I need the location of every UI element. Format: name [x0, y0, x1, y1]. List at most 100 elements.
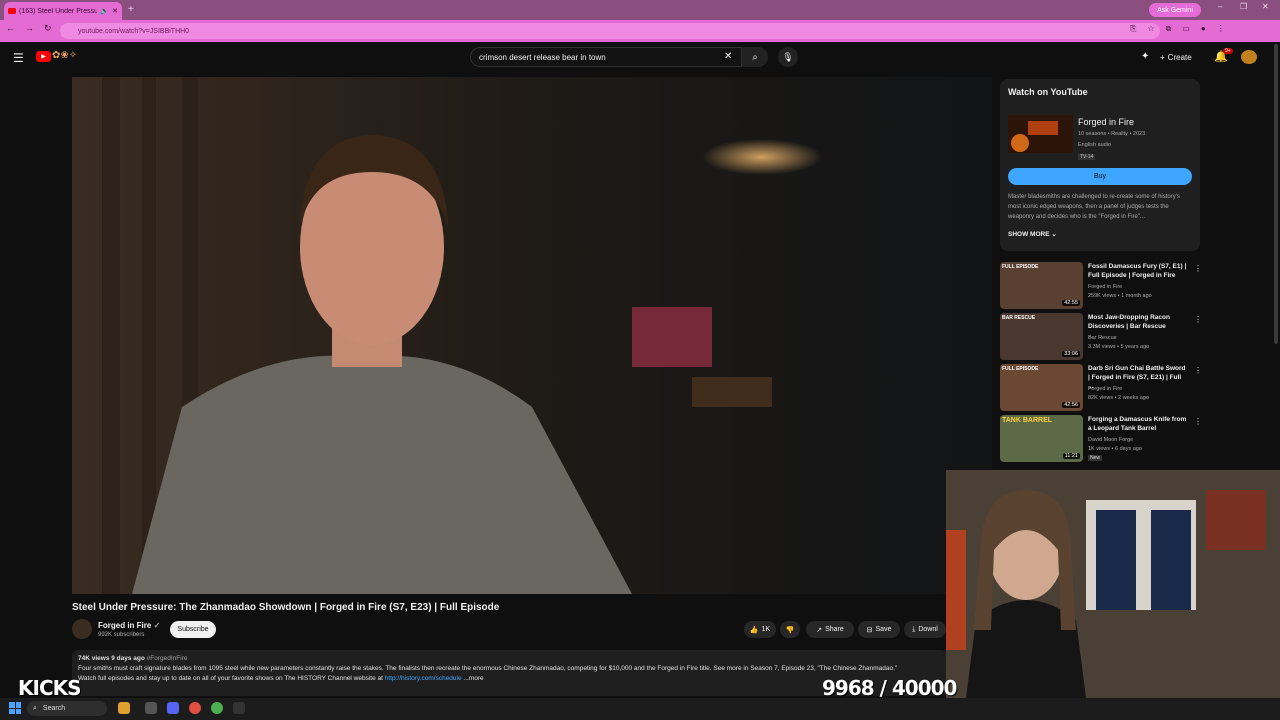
show-more-button[interactable]: SHOW MORE ⌄: [1008, 230, 1057, 238]
recommendation-views: 3.3M views • 5 years ago: [1088, 344, 1150, 350]
reload-icon[interactable]: ↻: [44, 23, 52, 34]
browser-tab[interactable]: (163) Steel Under Pressure 🔈 ✕: [4, 2, 122, 20]
cast-icon[interactable]: ✦: [1141, 51, 1149, 62]
show-info: 10 seasons • Reality • 2023: [1078, 131, 1146, 137]
recommendation-item[interactable]: FULL EPISODE 42:56 Darb Sri Gun Chai Bat…: [1000, 364, 1202, 414]
create-label: Create: [1167, 52, 1192, 62]
recommendation-views: 1K views • 6 days ago: [1088, 446, 1142, 452]
buy-button[interactable]: Buy: [1008, 168, 1192, 185]
youtube-doodle-icon[interactable]: ✿❀✧: [52, 50, 77, 61]
taskbar-app-icon[interactable]: [118, 702, 130, 714]
clear-search-icon[interactable]: ✕: [724, 51, 732, 62]
subscribe-button[interactable]: Subscribe: [170, 621, 216, 638]
recommendation-label: BAR RESCUE: [1002, 315, 1036, 321]
description-box[interactable]: 74K views 9 days ago #ForgedInFire Four …: [72, 650, 947, 696]
page-scrollbar[interactable]: [1274, 44, 1278, 344]
recommendation-item[interactable]: TANK BARREL 11:21 Forging a Damascus Kni…: [1000, 415, 1202, 465]
menu-dots-icon[interactable]: ⋮: [1217, 24, 1225, 34]
ask-gemini-label: Ask Gemini: [1157, 6, 1193, 14]
task-view-icon[interactable]: [145, 702, 157, 714]
webcam-overlay: [946, 470, 1280, 698]
minimize-button[interactable]: –: [1218, 2, 1222, 11]
thumbs-down-icon: 👎: [785, 626, 795, 634]
subscribe-label: Subscribe: [177, 626, 209, 633]
search-icon: ⌕: [752, 51, 758, 63]
recommendation-channel: David Moon Forge: [1088, 437, 1134, 443]
install-icon[interactable]: ⎘: [1130, 24, 1136, 34]
chrome-icon[interactable]: [211, 702, 223, 714]
close-window-button[interactable]: ✕: [1262, 2, 1269, 11]
more-options-icon[interactable]: ⋮: [1194, 264, 1202, 273]
video-player[interactable]: [72, 77, 992, 594]
discord-icon[interactable]: [167, 702, 179, 714]
save-button[interactable]: ⊟ Save: [858, 621, 900, 638]
tab-audio-icon[interactable]: 🔈: [100, 7, 109, 15]
recommendation-item[interactable]: FULL EPISODE 42:55 Fossil Damascus Fury …: [1000, 262, 1202, 312]
url-text: youtube.com/watch?v=JSIBBiTHH0: [78, 27, 190, 35]
search-input[interactable]: crimson desert release bear in town: [470, 47, 742, 67]
recommendation-thumbnail: TANK BARREL 11:21: [1000, 415, 1083, 462]
address-bar[interactable]: youtube.com/watch?v=JSIBBiTHH0: [60, 23, 1160, 39]
nav-controls: ← → ↻: [6, 23, 52, 34]
search-query-text: crimson desert release bear in town: [479, 52, 606, 62]
terminal-icon[interactable]: [233, 702, 245, 714]
recommendation-item[interactable]: BAR RESCUE 33:06 Most Jaw-Dropping Racon…: [1000, 313, 1202, 363]
rating-badge: TV-14: [1078, 154, 1096, 160]
bookmark-star-icon[interactable]: ☆: [1147, 24, 1154, 34]
watch-on-youtube-panel: [1000, 79, 1200, 251]
more-options-icon[interactable]: ⋮: [1194, 315, 1202, 324]
ask-gemini-button[interactable]: Ask Gemini: [1149, 3, 1201, 17]
account-avatar[interactable]: [1241, 50, 1257, 64]
channel-avatar[interactable]: [72, 619, 92, 639]
recommendation-channel: Forged in Fire: [1088, 284, 1123, 290]
download-button[interactable]: ⤓ Downl: [904, 621, 946, 638]
recommendation-title: Most Jaw-Dropping Racon Discoveries | Ba…: [1088, 314, 1170, 330]
new-badge: New: [1088, 455, 1103, 461]
browser-tab-bar: [0, 0, 1280, 20]
more-link[interactable]: ...more: [463, 675, 483, 682]
voice-search-button[interactable]: 🎙: [778, 47, 798, 67]
tab-title: (163) Steel Under Pressure: [19, 7, 98, 15]
create-button[interactable]: + Create: [1160, 48, 1202, 66]
buy-label: Buy: [1093, 173, 1107, 180]
windows-start-icon[interactable]: [9, 702, 21, 714]
subscriber-count: 992K subscribers: [98, 632, 145, 638]
tab-close-icon[interactable]: ✕: [112, 7, 118, 15]
browser-app-icon[interactable]: [189, 702, 201, 714]
share-label: Share: [825, 626, 844, 633]
recommendation-label: TANK BARREL: [1002, 417, 1053, 424]
history-schedule-link[interactable]: http://history.com/schedule: [385, 675, 462, 682]
taskbar-search[interactable]: ⌕ Search: [27, 701, 107, 716]
hamburger-menu-icon[interactable]: ☰: [13, 51, 24, 65]
show-thumbnail[interactable]: [1008, 115, 1073, 153]
maximize-button[interactable]: ❐: [1240, 2, 1247, 11]
show-description: Master bladesmiths are challenged to re-…: [1008, 194, 1180, 220]
forward-icon[interactable]: →: [25, 23, 34, 34]
show-thumbnail-image: [1008, 115, 1073, 153]
show-audio: English audio: [1078, 142, 1112, 148]
recommendation-title: Forging a Damascus Knife from a Leopard …: [1088, 416, 1187, 432]
search-button[interactable]: ⌕: [742, 47, 768, 67]
sidepanel-icon[interactable]: ▭: [1182, 24, 1190, 34]
channel-name-text: Forged in Fire: [98, 621, 152, 630]
youtube-favicon-icon: [8, 8, 16, 14]
back-icon[interactable]: ←: [6, 23, 15, 34]
hashtag-link[interactable]: #ForgedInFire: [147, 655, 188, 662]
show-name[interactable]: Forged in Fire: [1078, 117, 1134, 127]
like-button[interactable]: 👍 1K: [744, 621, 776, 638]
watch-panel-heading: Watch on YouTube: [1008, 87, 1088, 97]
notification-count-badge: 9+: [1223, 48, 1233, 54]
view-date-meta: 74K views 9 days ago: [78, 655, 145, 662]
webcam-image: [946, 470, 1280, 698]
extensions-icon[interactable]: ⧉: [1166, 24, 1172, 34]
plus-icon: +: [1160, 52, 1165, 62]
channel-name[interactable]: Forged in Fire ✓: [98, 621, 160, 630]
more-options-icon[interactable]: ⋮: [1194, 366, 1202, 375]
goal-counter-overlay: 9968 / 40000: [822, 676, 957, 700]
youtube-logo-icon[interactable]: ▶: [36, 51, 51, 62]
dislike-button[interactable]: 👎: [780, 621, 800, 638]
new-tab-button[interactable]: +: [128, 4, 134, 15]
more-options-icon[interactable]: ⋮: [1194, 417, 1202, 426]
profile-icon[interactable]: ●: [1201, 24, 1206, 34]
share-button[interactable]: ↗ Share: [806, 621, 854, 638]
